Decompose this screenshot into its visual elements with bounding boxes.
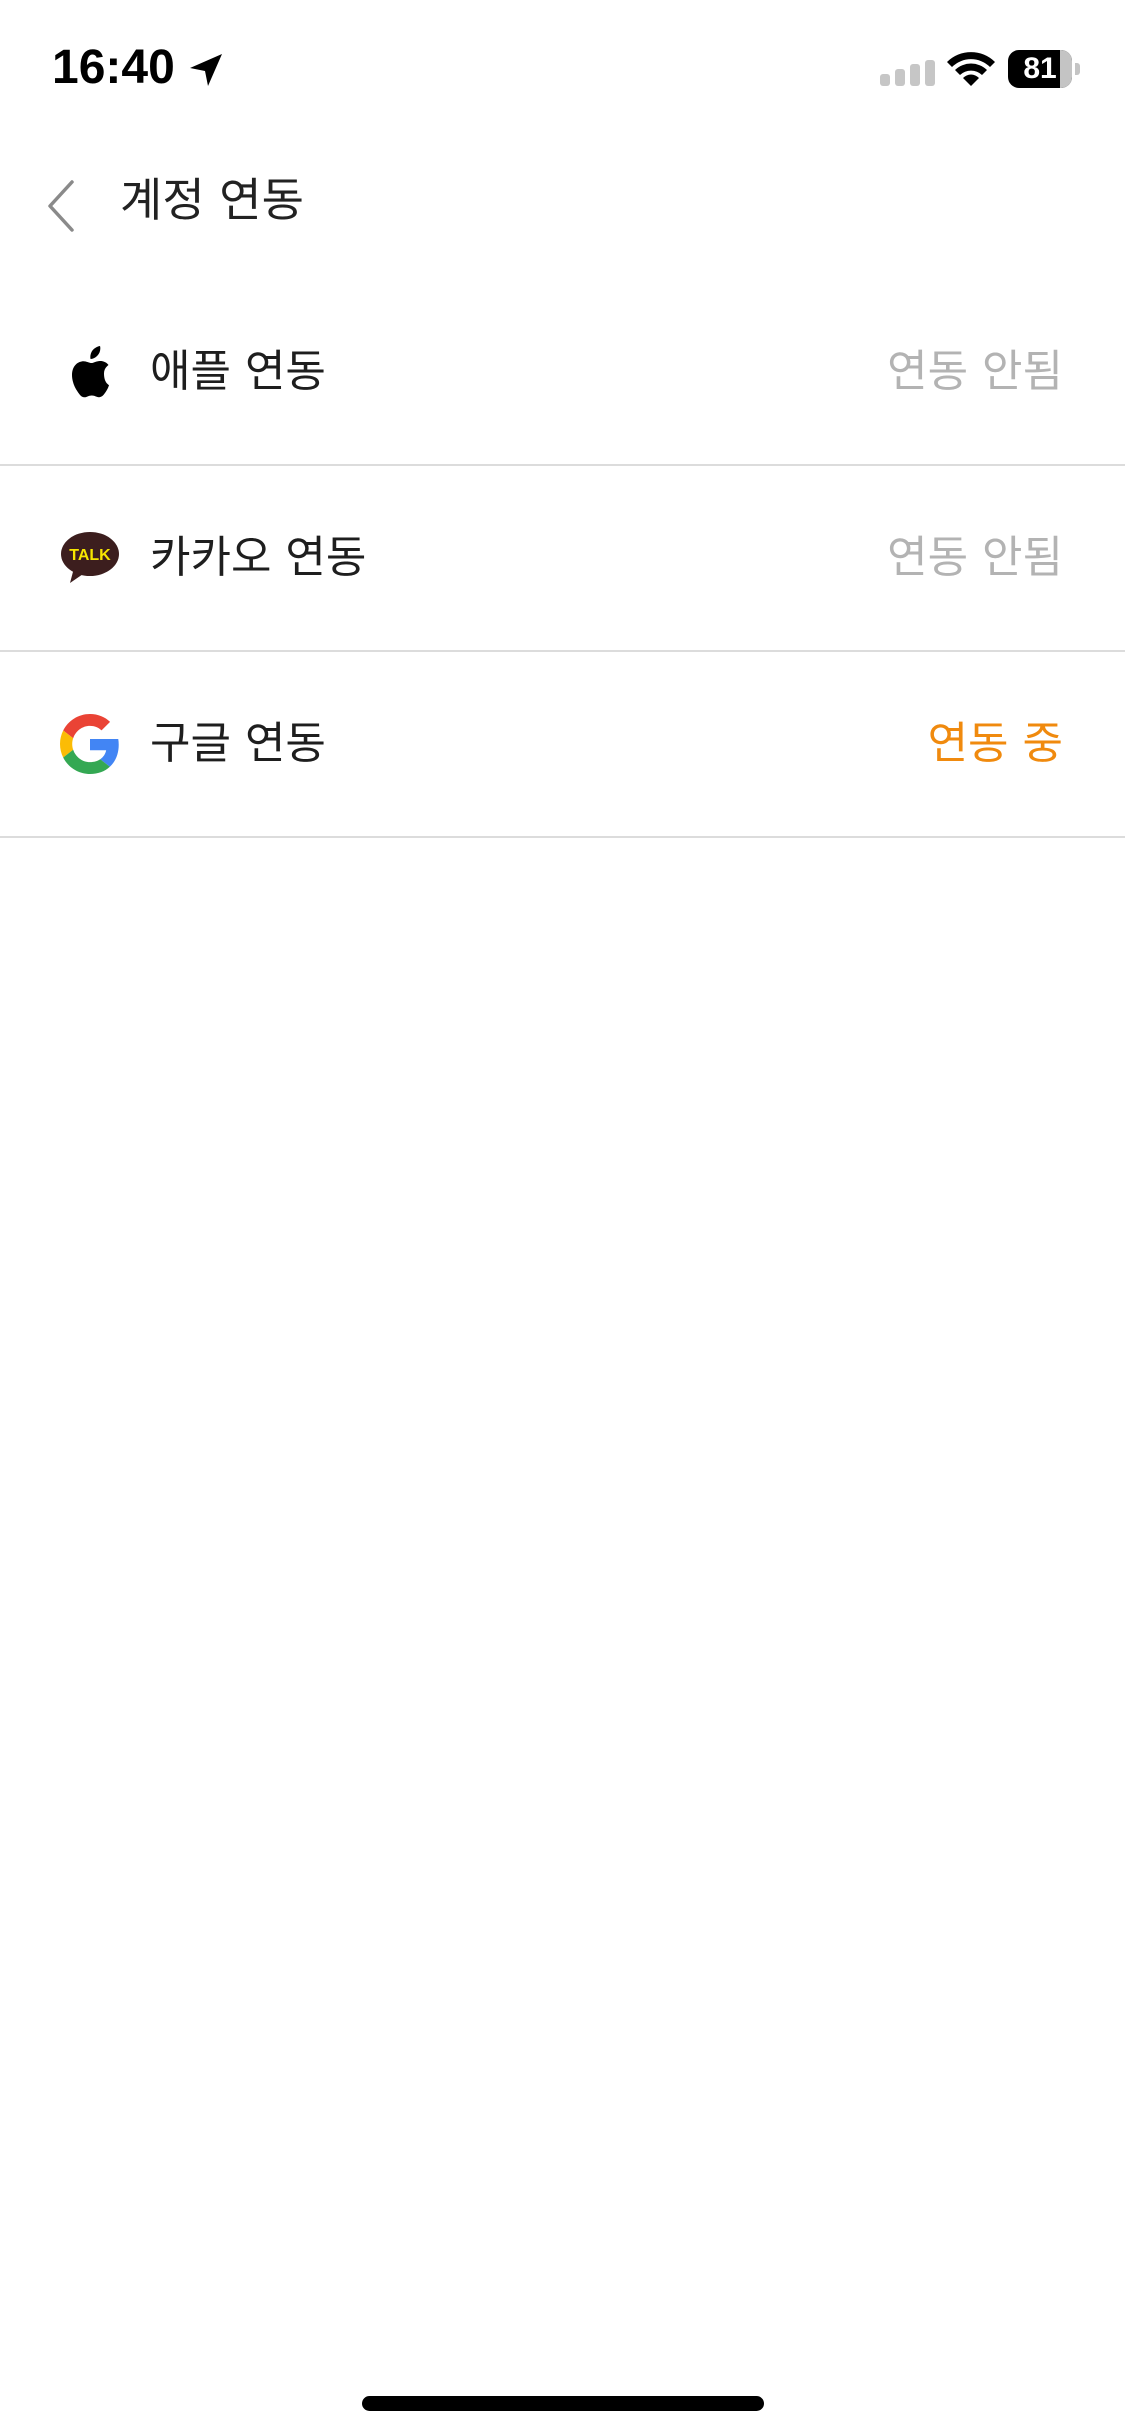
location-arrow-icon: [190, 54, 222, 86]
status-time: 16:40: [52, 41, 175, 94]
page-title: 계정 연동: [120, 173, 304, 227]
battery-level: 81: [1023, 52, 1057, 85]
cellular-signal-icon: [880, 60, 935, 86]
google-link-label: 구글 연동: [150, 718, 326, 769]
kakao-talk-text: TALK: [69, 547, 111, 564]
kakao-link-row[interactable]: TALK 카카오 연동 연동 안됨: [0, 466, 1125, 652]
status-bar: 16:40 81: [0, 0, 1125, 140]
battery-body: 81: [1008, 50, 1072, 88]
apple-link-label: 애플 연동: [150, 346, 326, 397]
google-link-status: 연동 중: [927, 718, 1063, 769]
battery-indicator: 81: [1008, 50, 1080, 88]
kakao-link-status: 연동 안됨: [887, 532, 1063, 583]
google-link-row[interactable]: 구글 연동 연동 중: [0, 652, 1125, 838]
account-link-list: 애플 연동 연동 안됨 TALK 카카오 연동 연동 안됨 구글 연동 연동 중: [0, 280, 1125, 838]
apple-link-status: 연동 안됨: [887, 346, 1063, 397]
back-button[interactable]: [34, 164, 94, 244]
home-indicator[interactable]: [362, 2396, 764, 2411]
wifi-icon: [947, 52, 995, 86]
chevron-left-icon: [48, 180, 74, 232]
apple-icon: [72, 346, 109, 398]
google-icon: [60, 714, 119, 774]
battery-tip: [1075, 63, 1080, 75]
kakao-talk-icon: TALK: [61, 532, 119, 583]
kakao-link-label: 카카오 연동: [150, 532, 367, 583]
navigation-header: 계정 연동: [0, 140, 1125, 270]
apple-link-row[interactable]: 애플 연동 연동 안됨: [0, 280, 1125, 466]
